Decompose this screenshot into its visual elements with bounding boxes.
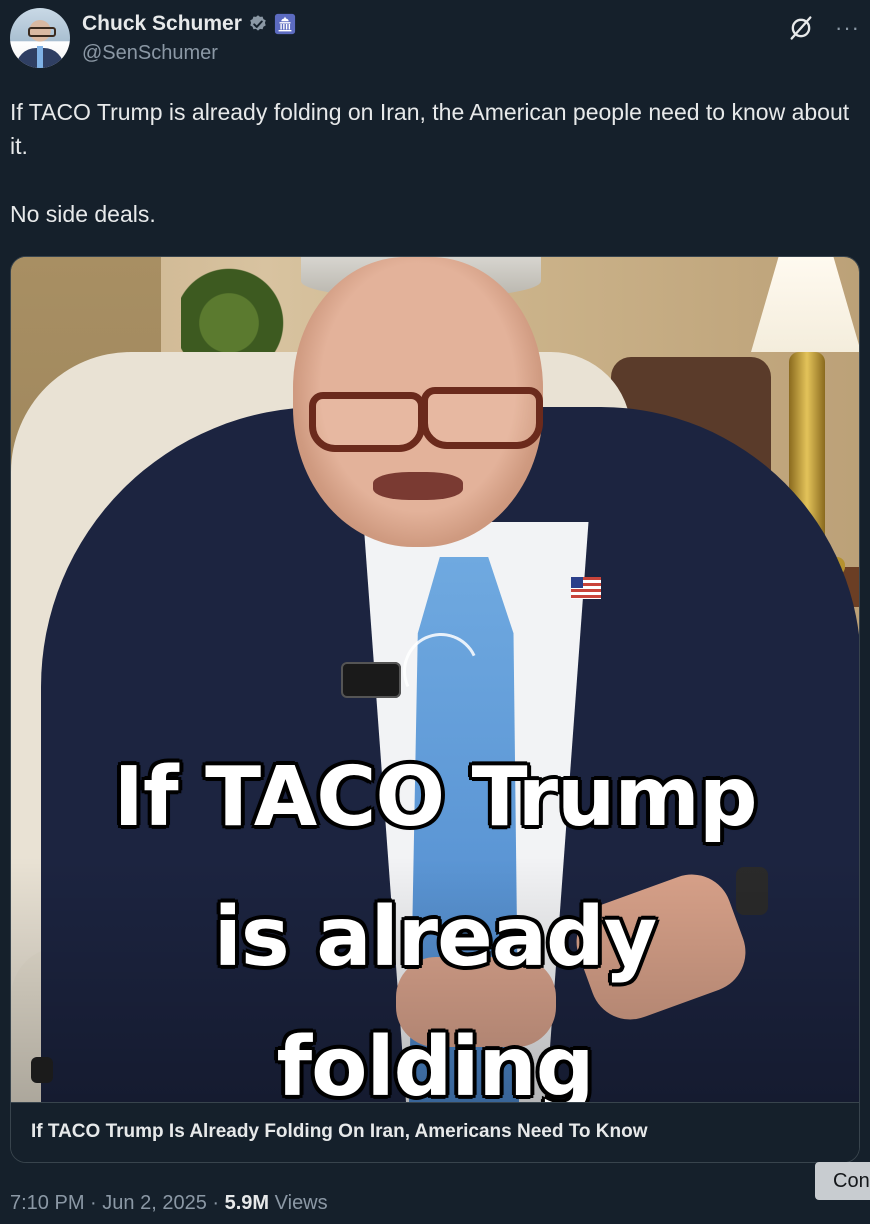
card-footer[interactable]: If TACO Trump Is Already Folding On Iran… bbox=[11, 1102, 859, 1162]
person-mouth bbox=[373, 472, 463, 500]
grok-icon[interactable] bbox=[787, 14, 815, 42]
avatar[interactable] bbox=[10, 8, 70, 68]
author-name[interactable]: Chuck Schumer bbox=[82, 12, 242, 36]
meta-separator: · bbox=[90, 1192, 97, 1214]
card-title[interactable]: If TACO Trump Is Already Folding On Iran… bbox=[31, 1121, 648, 1143]
tweet-date[interactable]: Jun 2, 2025 bbox=[102, 1192, 207, 1214]
lapel-mic bbox=[341, 662, 401, 698]
conversation-button[interactable]: Con bbox=[815, 1162, 870, 1200]
tweet-actions-top: ··· bbox=[787, 14, 860, 42]
video-caption-line-1: If TACO Trump bbox=[113, 750, 757, 845]
more-options-icon[interactable]: ··· bbox=[835, 17, 860, 39]
avatar-tie bbox=[37, 46, 43, 68]
views-label: Views bbox=[274, 1192, 328, 1214]
glasses-right-lens bbox=[421, 387, 543, 449]
author-name-row: Chuck Schumer bbox=[82, 12, 296, 36]
views-count: 5.9M bbox=[224, 1192, 270, 1214]
government-capitol-icon[interactable] bbox=[274, 13, 296, 35]
avatar-glasses bbox=[28, 27, 56, 37]
video-card[interactable]: If TACO Trump is already folding If TACO… bbox=[10, 256, 860, 1163]
video-caption-line-2: is already bbox=[213, 890, 657, 985]
tweet-text: If TACO Trump is already folding on Iran… bbox=[10, 99, 850, 227]
flag-pin-canton bbox=[571, 577, 583, 588]
background-plant bbox=[181, 257, 301, 367]
lamp-shade bbox=[751, 257, 859, 352]
video-player[interactable]: If TACO Trump is already folding bbox=[11, 257, 859, 1102]
meta-separator: · bbox=[212, 1192, 220, 1214]
tweet-header: Chuck Schumer @SenSchumer ··· bbox=[10, 8, 860, 72]
play-pause-icon[interactable] bbox=[31, 1057, 53, 1083]
glasses-left-lens bbox=[309, 392, 425, 452]
verified-check-icon[interactable] bbox=[248, 14, 268, 34]
tweet-meta: 7:10 PM · Jun 2, 2025 · 5.9M Views bbox=[10, 1192, 328, 1215]
author-handle[interactable]: @SenSchumer bbox=[82, 42, 218, 65]
video-caption-line-3: folding bbox=[276, 1020, 595, 1103]
tweet-time[interactable]: 7:10 PM bbox=[10, 1192, 84, 1214]
